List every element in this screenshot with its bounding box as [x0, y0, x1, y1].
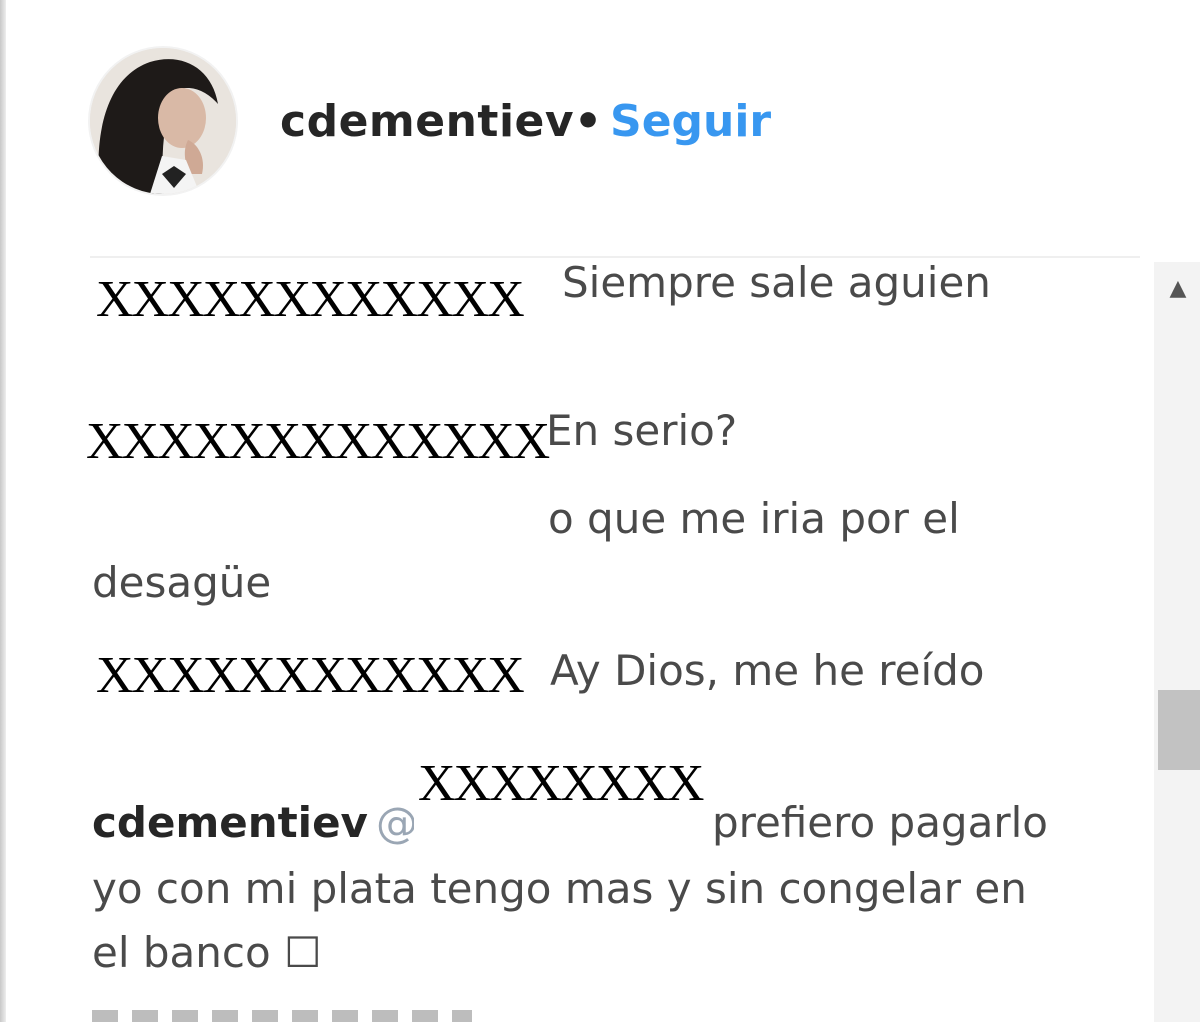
redaction-box	[88, 490, 544, 540]
comment-text-continued: desagüe	[92, 558, 272, 607]
avatar-photo	[90, 48, 236, 194]
reply-text: prefiero pagarlo	[712, 798, 1048, 847]
comment-text: Ay Dios, me he reído	[550, 646, 985, 695]
separator-dot: •	[574, 96, 603, 147]
reply-text-continued: yo con mi plata tengo mas y sin congelar…	[92, 864, 1027, 913]
reply-mention-prefix[interactable]: @	[376, 798, 418, 847]
reply-author-username[interactable]: cdementiev	[92, 798, 368, 847]
redacted-username: XXXXXXXXXXXX	[96, 271, 525, 328]
comment-text: o que me iria por el	[548, 494, 960, 543]
post-header: cdementiev • Seguir	[0, 0, 1200, 250]
comment-text: En serio?	[546, 406, 738, 455]
redacted-mention: XXXXXXXX	[418, 755, 704, 812]
redacted-username: XXXXXXXXXXXXX	[86, 413, 550, 470]
redacted-username: XXXXXXXXXXXX	[96, 647, 525, 704]
scrollbar-thumb[interactable]	[1158, 690, 1200, 770]
post-author-username[interactable]: cdementiev	[280, 96, 574, 147]
next-comment-fragment	[92, 1010, 472, 1022]
scroll-up-icon[interactable]: ▲	[1160, 276, 1196, 306]
comments-list: Siempre sale aguien XXXXXXXXXXXX En seri…	[0, 258, 1150, 1022]
scrollbar-track[interactable]	[1154, 262, 1200, 1022]
follow-button[interactable]: Seguir	[610, 96, 771, 147]
reply-text-continued: el banco ☐	[92, 928, 322, 977]
comment-text: Siempre sale aguien	[562, 258, 991, 307]
profile-avatar[interactable]	[90, 48, 236, 194]
